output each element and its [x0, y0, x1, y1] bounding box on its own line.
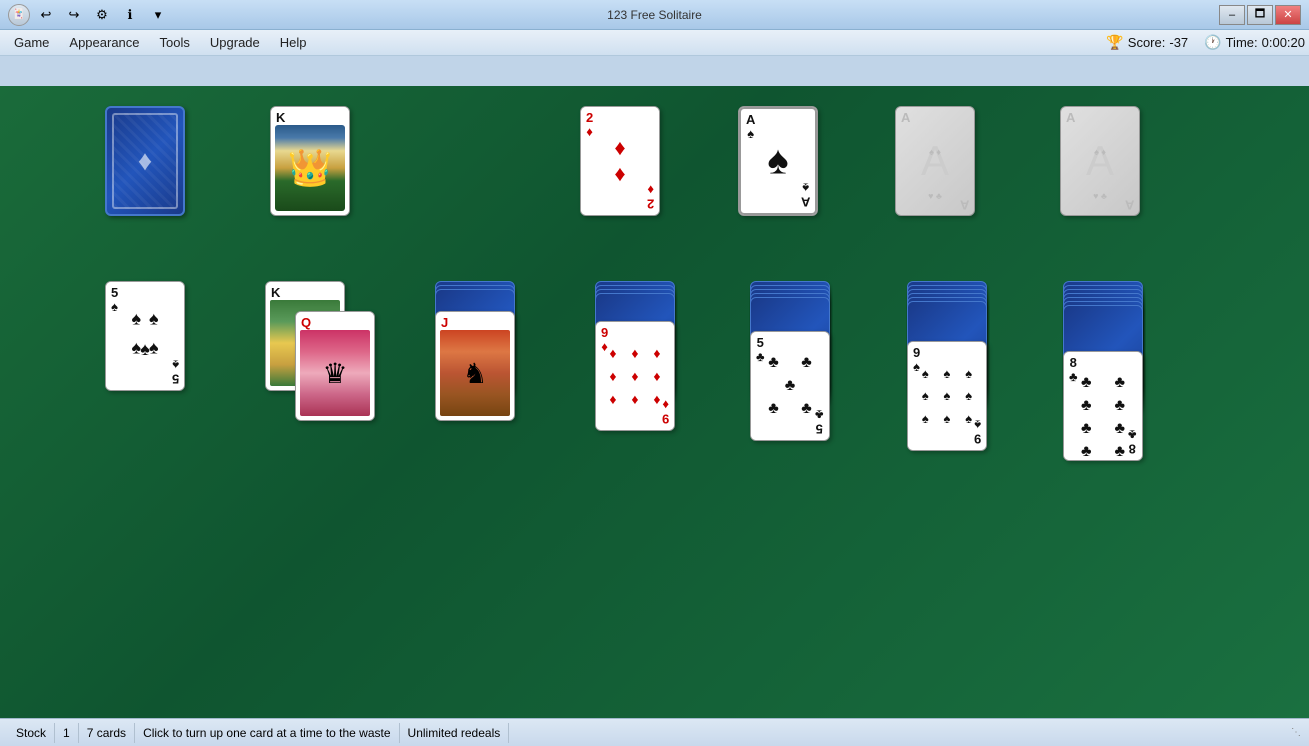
- five-clubs-card[interactable]: 5♣ 5♣ ♣♣ ♣ ♣♣: [750, 331, 830, 441]
- toolbar-icon-3[interactable]: ⚙: [90, 3, 114, 27]
- king-clubs-card[interactable]: K♣ K♣ 👑: [270, 106, 350, 216]
- menu-appearance[interactable]: Appearance: [59, 32, 149, 53]
- time-display: 🕐 Time: 0:00:20: [1204, 34, 1305, 51]
- close-button[interactable]: ✕: [1275, 5, 1301, 25]
- status-redeals: Unlimited redeals: [400, 723, 510, 743]
- time-value: 0:00:20: [1262, 35, 1305, 50]
- five-spades-card[interactable]: 5♠ 5♠ ♠♠ ♠♠ ♠: [105, 281, 185, 391]
- score-value: -37: [1169, 35, 1188, 50]
- nine-diamonds-card[interactable]: 9♦ 9♦ ♦♦♦ ♦♦♦ ♦♦♦: [595, 321, 675, 431]
- toolbar-icon-1[interactable]: ↩: [34, 3, 58, 27]
- window-controls: – 🗖 ✕: [1219, 5, 1301, 25]
- status-bar: Stock 1 7 cards Click to turn up one car…: [0, 718, 1309, 746]
- game-area[interactable]: ♦ K♣ K♣ 👑 2♦ 2♦ ♦ ♦ A♠ A♠ ♠ A: [0, 86, 1309, 718]
- menu-tools[interactable]: Tools: [150, 32, 200, 53]
- app-icon-btn[interactable]: 🃏: [8, 4, 30, 26]
- status-stock-count: 1: [55, 723, 79, 743]
- score-display: 🏆 Score: -37: [1106, 34, 1188, 51]
- stock-pile[interactable]: ♦: [105, 106, 185, 216]
- status-hint: Click to turn up one card at a time to t…: [135, 723, 399, 743]
- time-label: Time:: [1226, 35, 1258, 50]
- queen-tableau-card[interactable]: Q♥ Q♥ ♛: [295, 311, 375, 421]
- menu-game[interactable]: Game: [4, 32, 59, 53]
- score-label: Score:: [1128, 35, 1166, 50]
- resize-grip-icon: ⋱: [1291, 727, 1301, 738]
- maximize-button[interactable]: 🗖: [1247, 5, 1273, 25]
- toolbar-icon-4[interactable]: ℹ: [118, 3, 142, 27]
- foundation-2[interactable]: A A A ♥ ♣ ♠ ♦: [1060, 106, 1140, 216]
- status-cards-count: 7 cards: [79, 723, 135, 743]
- title-bar: 🃏 ↩ ↪ ⚙ ℹ ▾ 123 Free Solitaire – 🗖 ✕: [0, 0, 1309, 30]
- nine-spades-card[interactable]: 9♠ 9♠ ♠♠♠ ♠♠♠ ♠♠♠: [907, 341, 987, 451]
- title-bar-left: 🃏 ↩ ↪ ⚙ ℹ ▾: [8, 3, 170, 27]
- ace-spades-card[interactable]: A♠ A♠ ♠: [738, 106, 818, 216]
- minimize-button[interactable]: –: [1219, 5, 1245, 25]
- foundation-1[interactable]: A A A ♥ ♣ ♠ ♦: [895, 106, 975, 216]
- toolbar-icon-2[interactable]: ↪: [62, 3, 86, 27]
- menu-bar: Game Appearance Tools Upgrade Help 🏆 Sco…: [0, 30, 1309, 56]
- window-title: 123 Free Solitaire: [607, 8, 702, 22]
- eight-clubs-card[interactable]: 8♣ 8♣ ♣♣ ♣♣ ♣♣ ♣♣: [1063, 351, 1143, 461]
- toolbar-icon-5[interactable]: ▾: [146, 3, 170, 27]
- jack-diamonds-card[interactable]: J♦ J♦ ♞: [435, 311, 515, 421]
- menu-help[interactable]: Help: [270, 32, 317, 53]
- menu-upgrade[interactable]: Upgrade: [200, 32, 270, 53]
- two-diamonds-card[interactable]: 2♦ 2♦ ♦ ♦: [580, 106, 660, 216]
- status-stock-label: Stock: [8, 723, 55, 743]
